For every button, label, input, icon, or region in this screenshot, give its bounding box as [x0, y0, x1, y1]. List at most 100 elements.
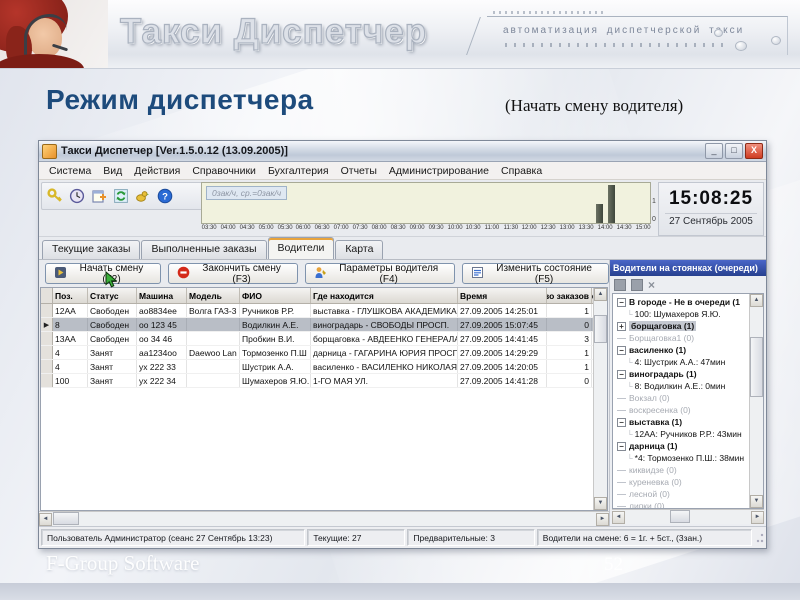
dotted-decoration [493, 11, 603, 14]
table-row[interactable]: 12АА Свободен ао8834ее Волга ГАЗ-3 Ручников … [41, 304, 607, 318]
table-cell: Водилкин А.Е. [240, 318, 311, 331]
new-note-icon[interactable] [90, 187, 108, 205]
table-vertical-scrollbar[interactable]: ▲ ▼ [593, 288, 607, 510]
table-column-header[interactable]: ФИО [240, 288, 311, 303]
tree-horizontal-scrollbar[interactable]: ◄ ► [612, 509, 764, 524]
menu-item-8[interactable]: Справка [495, 164, 548, 178]
table-row[interactable]: ▶ 8 Свободен оо 123 45 Водилкин А.Е. виноград… [41, 318, 607, 332]
scrollbar-thumb[interactable] [53, 512, 79, 525]
toolbar: ? 0зак/ч, ср.=0зак/ч 1 0 03:30 04:00 04:30… [39, 180, 766, 237]
tree-child-item[interactable]: └ 12АА: Ручников Р.Р.: 43мин [613, 428, 763, 440]
action-button-2[interactable]: Закончить смену (F3) [167, 263, 299, 285]
menu-item-1[interactable]: Система [43, 164, 97, 178]
table-row[interactable]: 100 Занят ух 222 34 Шумахеров Я.Ю. 1-ГО МАЯ … [41, 374, 607, 388]
window-titlebar[interactable]: Такси Диспетчер [Ver.1.5.0.12 (13.09.200… [39, 141, 766, 162]
scrollbar-thumb[interactable] [594, 315, 607, 343]
clock-icon[interactable] [68, 187, 86, 205]
scroll-left-button[interactable]: ◄ [39, 512, 52, 526]
action-button-row: Начать смену (F2) Закончить смену (F3) Пар… [39, 260, 609, 288]
scroll-up-button[interactable]: ▲ [750, 294, 763, 307]
tree-child-item[interactable]: └ 100: Шумахеров Я.Ю. [613, 308, 763, 320]
action-button-1[interactable]: Начать смену (F2) [45, 263, 161, 285]
collapse-icon[interactable]: − [617, 369, 626, 379]
table-column-header[interactable]: Время [458, 288, 547, 303]
scroll-up-button[interactable]: ▲ [594, 288, 607, 301]
menu-item-6[interactable]: Отчеты [335, 164, 383, 178]
key-icon[interactable] [46, 187, 64, 205]
menu-item-3[interactable]: Действия [128, 164, 186, 178]
tree-dash-icon [617, 469, 626, 471]
legend-square-icon[interactable] [614, 278, 626, 291]
table-column-header[interactable]: Кол-во заказов [547, 288, 592, 303]
tree-item[interactable]: − В городе - Не в очереди (1 [613, 296, 763, 308]
tree-item[interactable]: − выставка (1) [613, 416, 763, 428]
tree-item[interactable]: воскресенка (0) [613, 404, 763, 416]
scroll-right-button[interactable]: ► [751, 510, 764, 524]
clear-icon[interactable]: × [648, 279, 655, 291]
table-row[interactable]: 4 Занят аа1234оо Daewoo Lan Тормозенко П.Ш да… [41, 346, 607, 360]
tree-item-label: киквидзе (0) [629, 465, 677, 475]
collapse-icon[interactable]: − [617, 297, 626, 307]
action-button-label: Изменить состояние (F5) [496, 262, 592, 285]
scrollbar-thumb[interactable] [670, 510, 690, 523]
scroll-down-button[interactable]: ▼ [750, 495, 763, 508]
queue-tree: − В городе - Не в очереди (1 └ 100: Шумахер… [612, 293, 764, 509]
tree-child-item[interactable]: └ 8: Водилкин А.Е.: 0мин [613, 380, 763, 392]
refresh-icon[interactable] [112, 187, 130, 205]
tab-2[interactable]: Выполненные заказы [141, 240, 267, 259]
scroll-down-button[interactable]: ▼ [594, 497, 607, 510]
resize-grip[interactable] [754, 532, 764, 543]
table-row[interactable]: 13АА Свободен оо 34 46 Пробкин В.И. борщагов… [41, 332, 607, 346]
chart-xtick: 07:30 [352, 224, 368, 231]
chart-xtick: 15:00 [635, 224, 651, 231]
window-title: Такси Диспетчер [Ver.1.5.0.12 (13.09.200… [61, 145, 288, 157]
minimize-button[interactable]: _ [705, 143, 723, 159]
table-horizontal-scrollbar[interactable]: ◄ ► [39, 511, 609, 526]
status-segment-4: Водители на смене: 6 = 1г. + 5ст., (3зан… [536, 529, 753, 546]
tree-item[interactable]: Борщаговка1 (0) [613, 332, 763, 344]
collapse-icon[interactable]: − [617, 345, 626, 355]
scroll-right-button[interactable]: ► [596, 512, 609, 526]
expand-icon[interactable]: + [617, 321, 626, 331]
menu-item-7[interactable]: Администрирование [383, 164, 495, 178]
maximize-button[interactable]: □ [725, 143, 743, 159]
table-column-header[interactable]: Модель [187, 288, 240, 303]
legend-square-icon[interactable] [631, 278, 643, 291]
tree-item[interactable]: − дарница (1) [613, 440, 763, 452]
table-cell: Шустрик А.А. [240, 360, 311, 373]
close-button[interactable]: X [745, 143, 763, 159]
tree-item[interactable]: лесной (0) [613, 488, 763, 500]
table-cell: Свободен [88, 318, 137, 331]
tree-child-item[interactable]: └ *4: Тормозенко П.Ш.: 38мин [613, 452, 763, 464]
tree-vertical-scrollbar[interactable]: ▲ ▼ [749, 294, 763, 508]
action-button-4[interactable]: Изменить состояние (F5) [462, 262, 609, 285]
tree-item[interactable]: Вокзал (0) [613, 392, 763, 404]
tree-child-item[interactable]: └ 4: Шустрик А.А.: 47мин [613, 356, 763, 368]
scrollbar-thumb[interactable] [750, 337, 763, 397]
table-row[interactable]: 4 Занят ух 222 33 Шустрик А.А. василенко - В… [41, 360, 607, 374]
collapse-icon[interactable]: − [617, 417, 626, 427]
menu-item-4[interactable]: Справочники [186, 164, 262, 178]
tree-item[interactable]: липки (0) [613, 500, 763, 508]
action-button-3[interactable]: Параметры водителя (F4) [305, 263, 456, 285]
ducks-icon[interactable] [134, 187, 152, 205]
table-column-header[interactable]: Поз. [53, 288, 88, 303]
tree-item[interactable]: куреневка (0) [613, 476, 763, 488]
tab-4[interactable]: Карта [335, 240, 384, 259]
drivers-pane: Начать смену (F2) Закончить смену (F3) Пар… [39, 260, 610, 526]
tab-3[interactable]: Водители [267, 237, 335, 259]
tree-item[interactable]: − виноградарь (1) [613, 368, 763, 380]
collapse-icon[interactable]: − [617, 441, 626, 451]
table-cell: 27.09.2005 14:29:29 [458, 346, 547, 359]
tab-1[interactable]: Текущие заказы [42, 240, 141, 259]
tree-item[interactable]: киквидзе (0) [613, 464, 763, 476]
menu-item-2[interactable]: Вид [97, 164, 128, 178]
tree-item-label: Вокзал (0) [629, 393, 670, 403]
scroll-left-button[interactable]: ◄ [612, 510, 625, 524]
table-column-header[interactable]: Где находится [311, 288, 458, 303]
table-column-header[interactable]: Машина [137, 288, 187, 303]
tree-item[interactable]: − василенко (1) [613, 344, 763, 356]
tree-item[interactable]: + борщаговка (1) [613, 320, 763, 332]
menu-item-5[interactable]: Бухгалтерия [262, 164, 335, 178]
help-icon[interactable]: ? [156, 187, 174, 205]
